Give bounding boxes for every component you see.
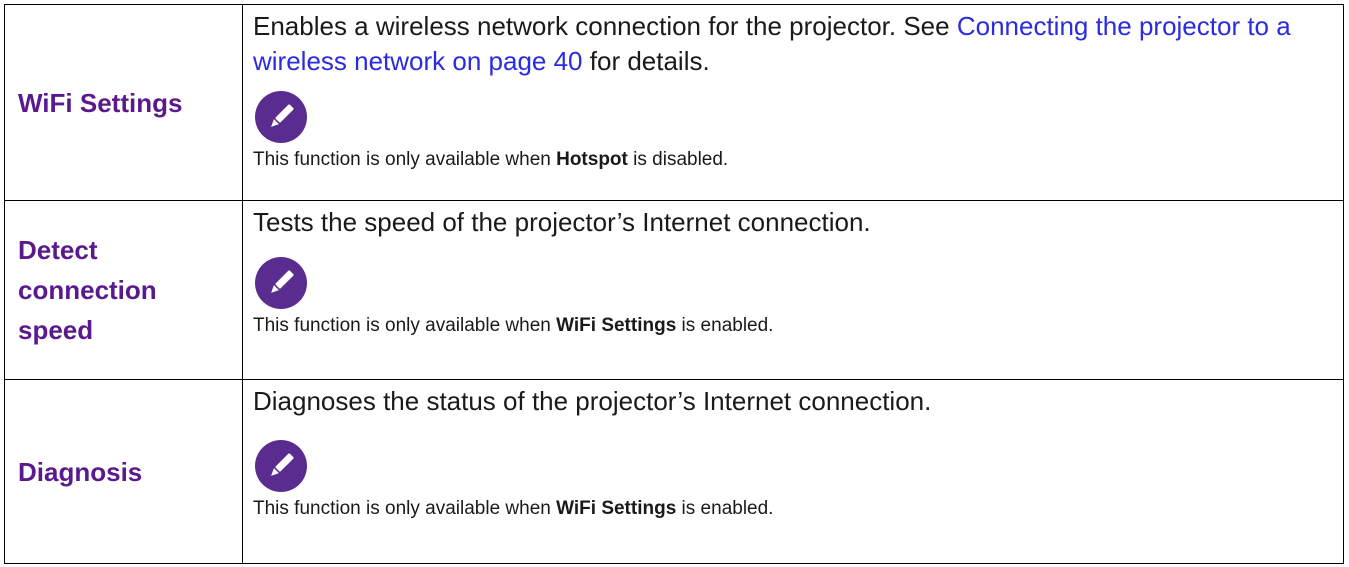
term-cell: Detect connection speed [4,200,243,380]
description-text: Diagnoses the status of the projector’s … [253,386,932,416]
description-text: Tests the speed of the projector’s Inter… [253,207,871,237]
term-detect-connection-speed: Detect connection speed [18,235,157,345]
description-text-start: Enables a wireless network connection fo… [253,11,957,41]
term-cell: WiFi Settings [4,4,243,201]
pencil-icon [255,91,307,143]
description-cell: Diagnoses the status of the projector’s … [242,379,1344,564]
term-wifi-settings: WiFi Settings [18,87,183,118]
table-row: Detect connection speed Tests the speed … [4,200,1344,380]
note-emphasis: Hotspot [556,149,628,170]
note-emphasis: WiFi Settings [556,498,677,519]
term-cell: Diagnosis [4,379,243,564]
pencil-icon [255,257,307,309]
description-cell: Enables a wireless network connection fo… [242,4,1344,201]
note-text: This function is only available when WiF… [253,498,774,519]
note-text: This function is only available when Hot… [253,149,729,170]
table-row: WiFi Settings Enables a wireless network… [4,4,1344,201]
note-text: This function is only available when WiF… [253,315,774,336]
description-text-end: for details. [582,46,710,76]
table-row: Diagnosis Diagnoses the status of the pr… [4,379,1344,564]
term-diagnosis: Diagnosis [18,456,143,487]
settings-table: WiFi Settings Enables a wireless network… [4,4,1344,564]
pencil-icon [255,440,307,492]
description-text: Enables a wireless network connection fo… [253,9,1333,79]
note-emphasis: WiFi Settings [556,315,677,336]
description-cell: Tests the speed of the projector’s Inter… [242,200,1344,380]
